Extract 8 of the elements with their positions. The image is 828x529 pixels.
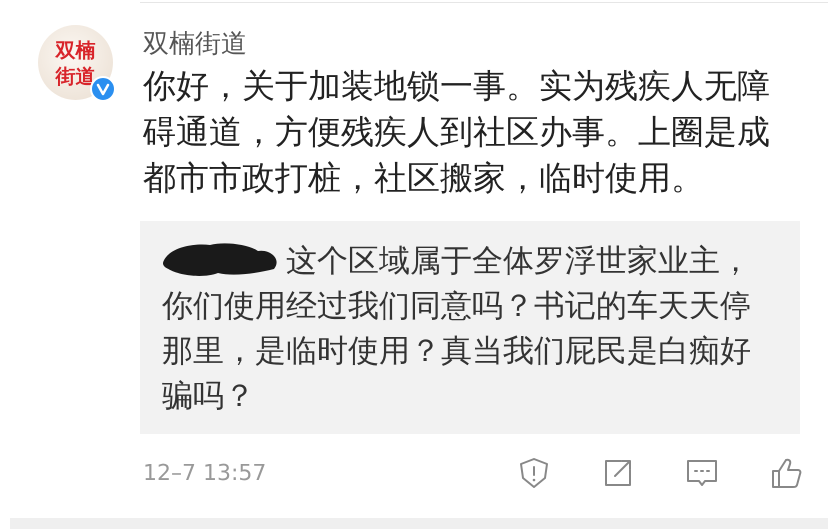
quoted-reply-text: 这个区域属于全体罗浮世家业主，你们使用经过我们同意吗？书记的车天天停那里，是临时使用？真当我们屁民是白痴好骗吗？ xyxy=(162,239,762,419)
avatar-logo-text: 双楠街道 xyxy=(54,36,96,88)
comment-text: 你好，关于加装地锁一事。实为残疾人无障碍通道，方便残疾人到社区办事。上圈是成都市市政打桩，社区搬家，临时使用。 xyxy=(143,65,771,199)
author-name[interactable]: 双楠街道 xyxy=(143,27,803,61)
report-shield-icon[interactable] xyxy=(517,456,551,490)
comment-time: 12–7 13:57 xyxy=(143,460,268,486)
thumbs-up-icon[interactable] xyxy=(769,456,803,490)
avatar[interactable]: 双楠街道 xyxy=(38,25,113,100)
